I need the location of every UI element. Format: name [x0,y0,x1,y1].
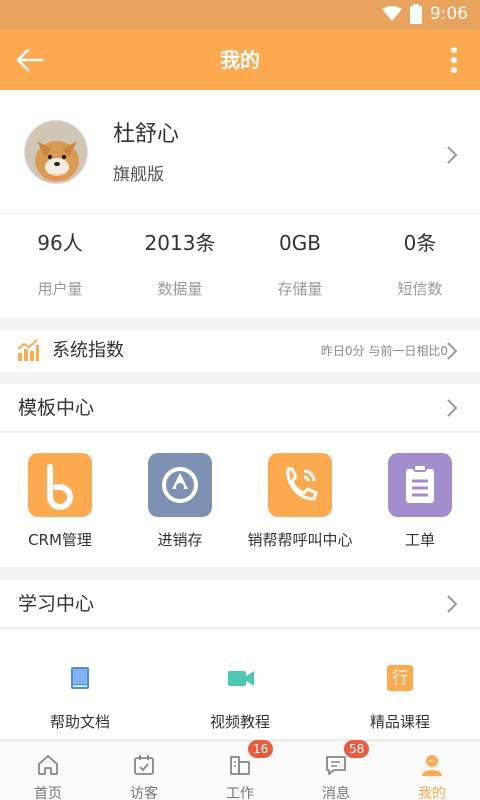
user-plan: 旗舰版 [113,165,164,185]
tab-label: 首页 [34,786,62,800]
stat-label: 用户量 [37,280,83,298]
template-crm[interactable]: CRM管理 [0,453,120,550]
stat-storage[interactable]: 0GB 存储量 [240,214,360,299]
tab-label: 我的 [418,786,446,800]
bar-chart-icon [17,339,39,361]
tile-label: 精品课程 [369,713,430,731]
learning-video[interactable]: 视频教程 [160,665,320,732]
tab-messages[interactable]: 消息 58 [288,740,384,800]
phone-icon [268,453,332,517]
avatar[interactable]: 天佣爱宝 [24,120,88,184]
messages-badge: 58 [344,740,370,758]
course-icon: 行 [387,665,413,691]
template-work-order[interactable]: 工单 [360,453,480,550]
tab-label: 消息 [322,786,350,800]
status-bar: 9:06 [0,0,480,30]
tile-label: 进销存 [157,531,203,549]
app-bar: 我的 [0,30,480,90]
inventory-icon [148,453,212,517]
template-inventory[interactable]: 进销存 [120,453,240,550]
user-name: 杜舒心 [113,122,180,147]
system-index-info: 昨日0分 与前一日相比0 [320,344,448,358]
stat-value: 96人 [37,231,83,255]
stat-value: 0GB [279,231,321,255]
stats-panel: 96人 用户量 2013条 数据量 0GB 存储量 0条 短信数 [0,214,480,318]
stat-sms[interactable]: 0条 短信数 [360,214,480,299]
chevron-right-icon [447,399,458,417]
learning-help-docs[interactable]: 帮助文档 [0,665,160,732]
system-index-row[interactable]: 系统指数 昨日0分 与前一日相比0 [0,330,480,372]
crm-icon [28,453,92,517]
stat-value: 2013条 [144,231,216,255]
learning-courses[interactable]: 行 精品课程 [320,665,480,732]
stat-label: 短信数 [397,280,443,298]
section-title: 模板中心 [18,397,95,419]
stat-records[interactable]: 2013条 数据量 [120,214,240,299]
stat-users[interactable]: 96人 用户量 [0,214,120,299]
tile-label: CRM管理 [28,531,92,549]
work-badge: 16 [248,740,274,758]
tab-home[interactable]: 首页 [0,741,96,800]
stat-label: 存储量 [277,280,323,298]
calendar-icon [134,755,154,775]
status-time: 9:06 [429,4,468,24]
bottom-tab-bar: 首页 访客 工作 16 消息 58 我的 [0,740,480,800]
stat-label: 数据量 [157,280,203,298]
tab-work[interactable]: 工作 16 [192,740,288,800]
chevron-right-icon [447,342,458,360]
video-icon [227,665,254,691]
learning-center-header[interactable]: 学习中心 [0,580,480,628]
message-icon [326,756,346,775]
home-icon [38,755,58,775]
chevron-right-icon [447,595,458,613]
tile-label: 视频教程 [209,713,270,731]
tab-label: 访客 [130,786,158,800]
tab-visitors[interactable]: 访客 [96,741,192,800]
learning-center-grid: 帮助文档 视频教程 行 精品课程 [0,629,480,739]
template-center-header[interactable]: 模板中心 [0,384,480,432]
template-call-center[interactable]: 销帮帮呼叫中心 [240,453,360,550]
tile-label: 工单 [404,531,435,549]
template-center-grid: CRM管理 进销存 销帮帮呼叫中心 工单 [0,433,480,567]
clipboard-icon [388,453,452,517]
tile-label: 帮助文档 [49,713,110,731]
battery-icon [409,4,422,24]
tab-label: 工作 [226,786,254,800]
page-title: 我的 [220,48,260,72]
tile-label: 销帮帮呼叫中心 [247,531,353,549]
chevron-right-icon [447,146,458,164]
book-icon [67,665,93,691]
avatar-caption: 天佣爱宝 [43,173,71,182]
stat-value: 0条 [403,231,437,255]
profile-card[interactable]: 天佣爱宝 杜舒心 旗舰版 [0,90,480,214]
wifi-icon [381,6,402,21]
profile-icon [422,755,442,776]
system-index-label: 系统指数 [52,340,124,361]
section-title: 学习中心 [18,593,95,615]
more-options-icon[interactable] [450,46,458,74]
tab-profile[interactable]: 我的 [384,741,480,800]
work-icon [230,756,250,775]
